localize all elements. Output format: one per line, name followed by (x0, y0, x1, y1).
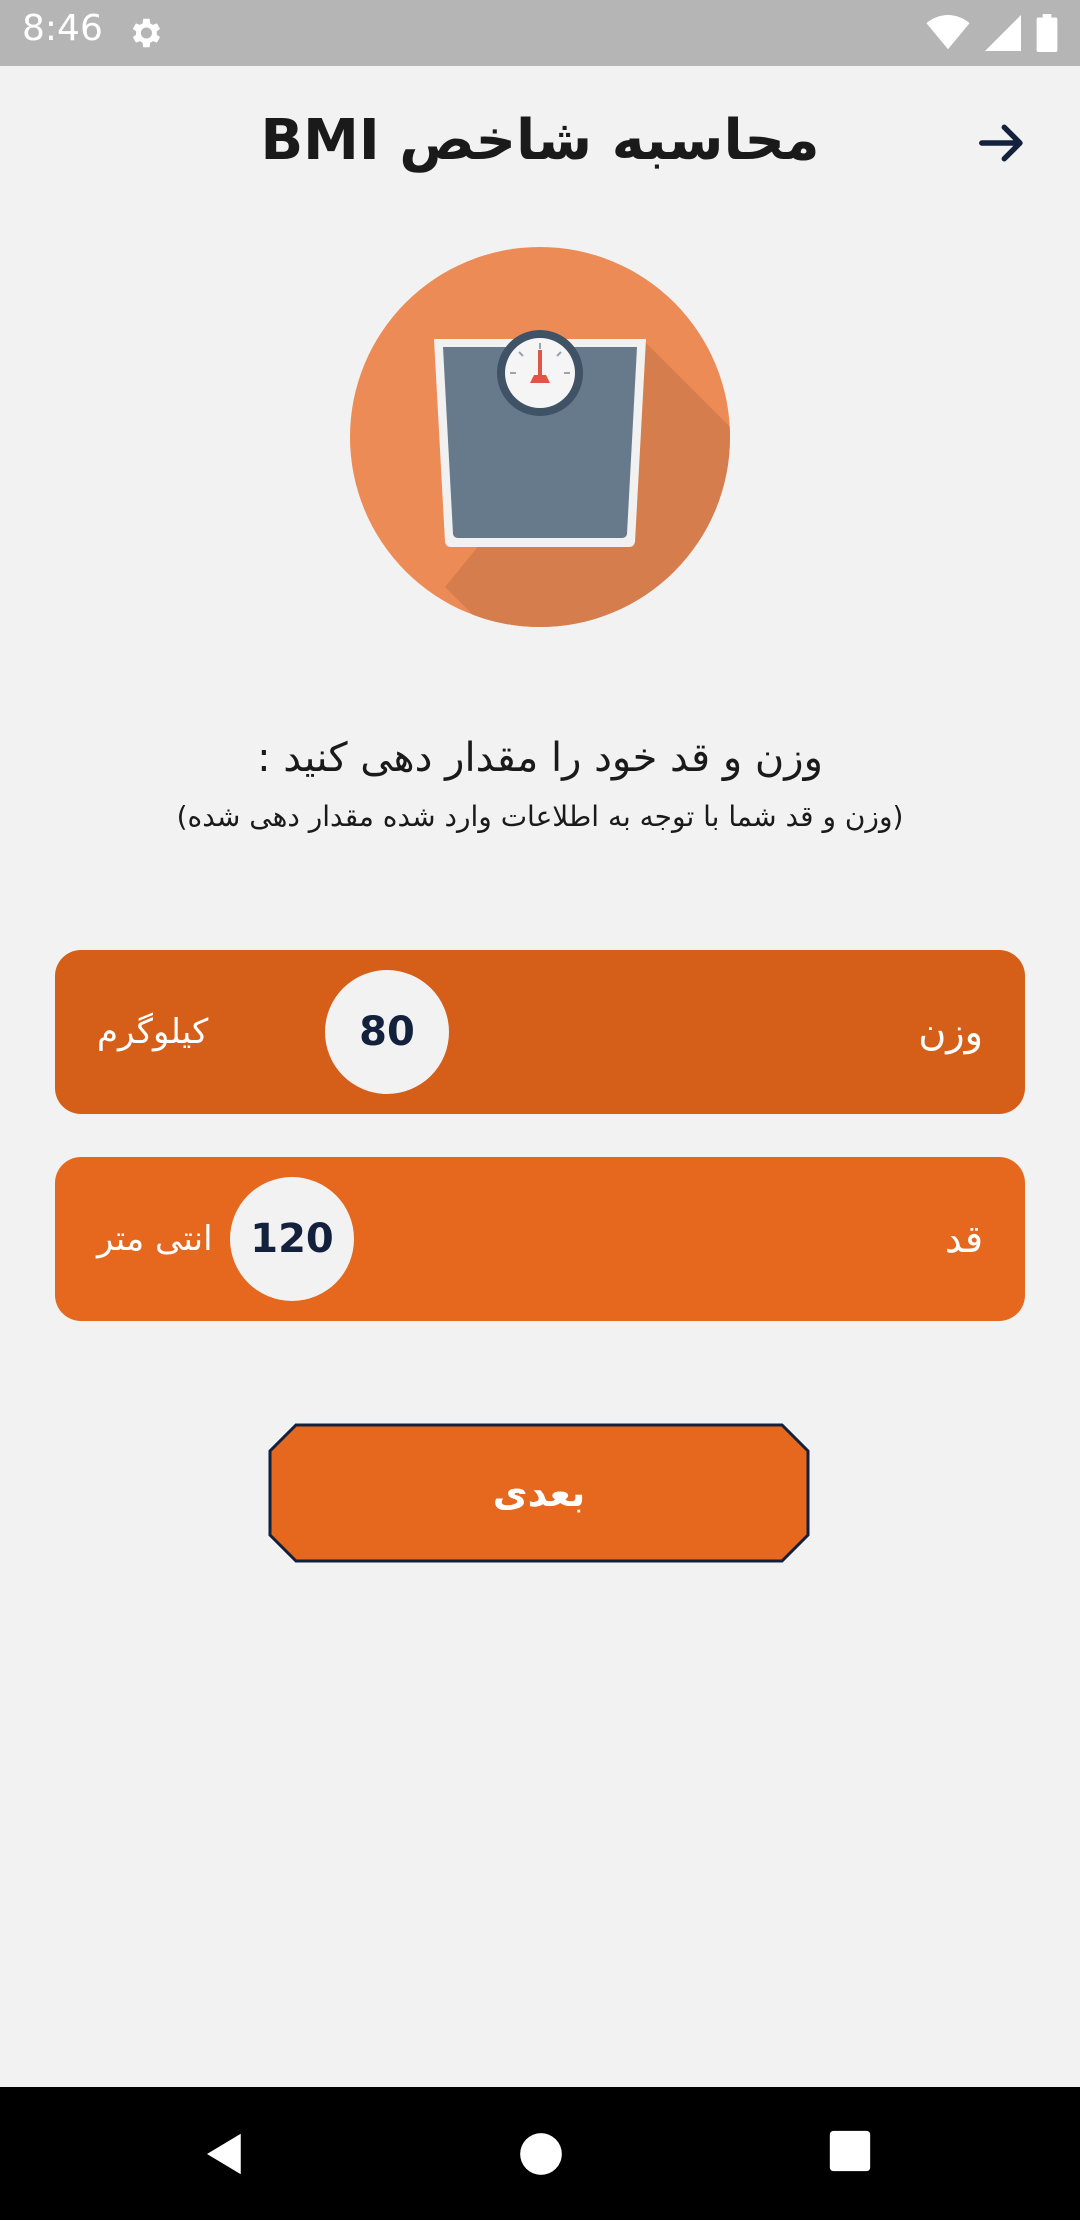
status-icons (926, 12, 1058, 54)
status-bar: 8:46 (0, 0, 1080, 66)
navigation-bar (0, 2087, 1080, 2220)
arrow-right-icon[interactable] (975, 116, 1029, 170)
scale-icon (350, 247, 730, 627)
next-button[interactable]: بعدی (268, 1423, 810, 1563)
weight-slider[interactable]: وزن کیلوگرم 80 (55, 950, 1025, 1114)
height-unit: انتی متر (97, 1219, 213, 1259)
height-label: قد (944, 1217, 983, 1261)
weight-knob[interactable]: 80 (325, 970, 449, 1094)
nav-recents-icon[interactable] (828, 2129, 872, 2173)
weight-label: وزن (918, 1010, 983, 1054)
gear-icon (132, 18, 161, 48)
wifi-icon (926, 15, 970, 50)
height-knob[interactable]: 120 (230, 1177, 354, 1301)
next-button-label: بعدی (492, 1471, 586, 1515)
weight-unit: کیلوگرم (97, 1012, 209, 1052)
prompt-subtitle: (وزن و قد شما با توجه به اطلاعات وارد شد… (176, 800, 904, 833)
page-title: محاسبه شاخص BMI (260, 108, 820, 173)
height-slider[interactable]: قد انتی متر 120 (55, 1157, 1025, 1321)
nav-home-icon[interactable] (516, 2129, 566, 2179)
battery-icon (1036, 14, 1058, 52)
nav-back-icon[interactable] (198, 2127, 252, 2181)
signal-icon (985, 15, 1021, 51)
prompt-title: وزن و قد خود را مقدار دهی کنید : (257, 735, 823, 781)
status-time: 8:46 (22, 8, 103, 49)
